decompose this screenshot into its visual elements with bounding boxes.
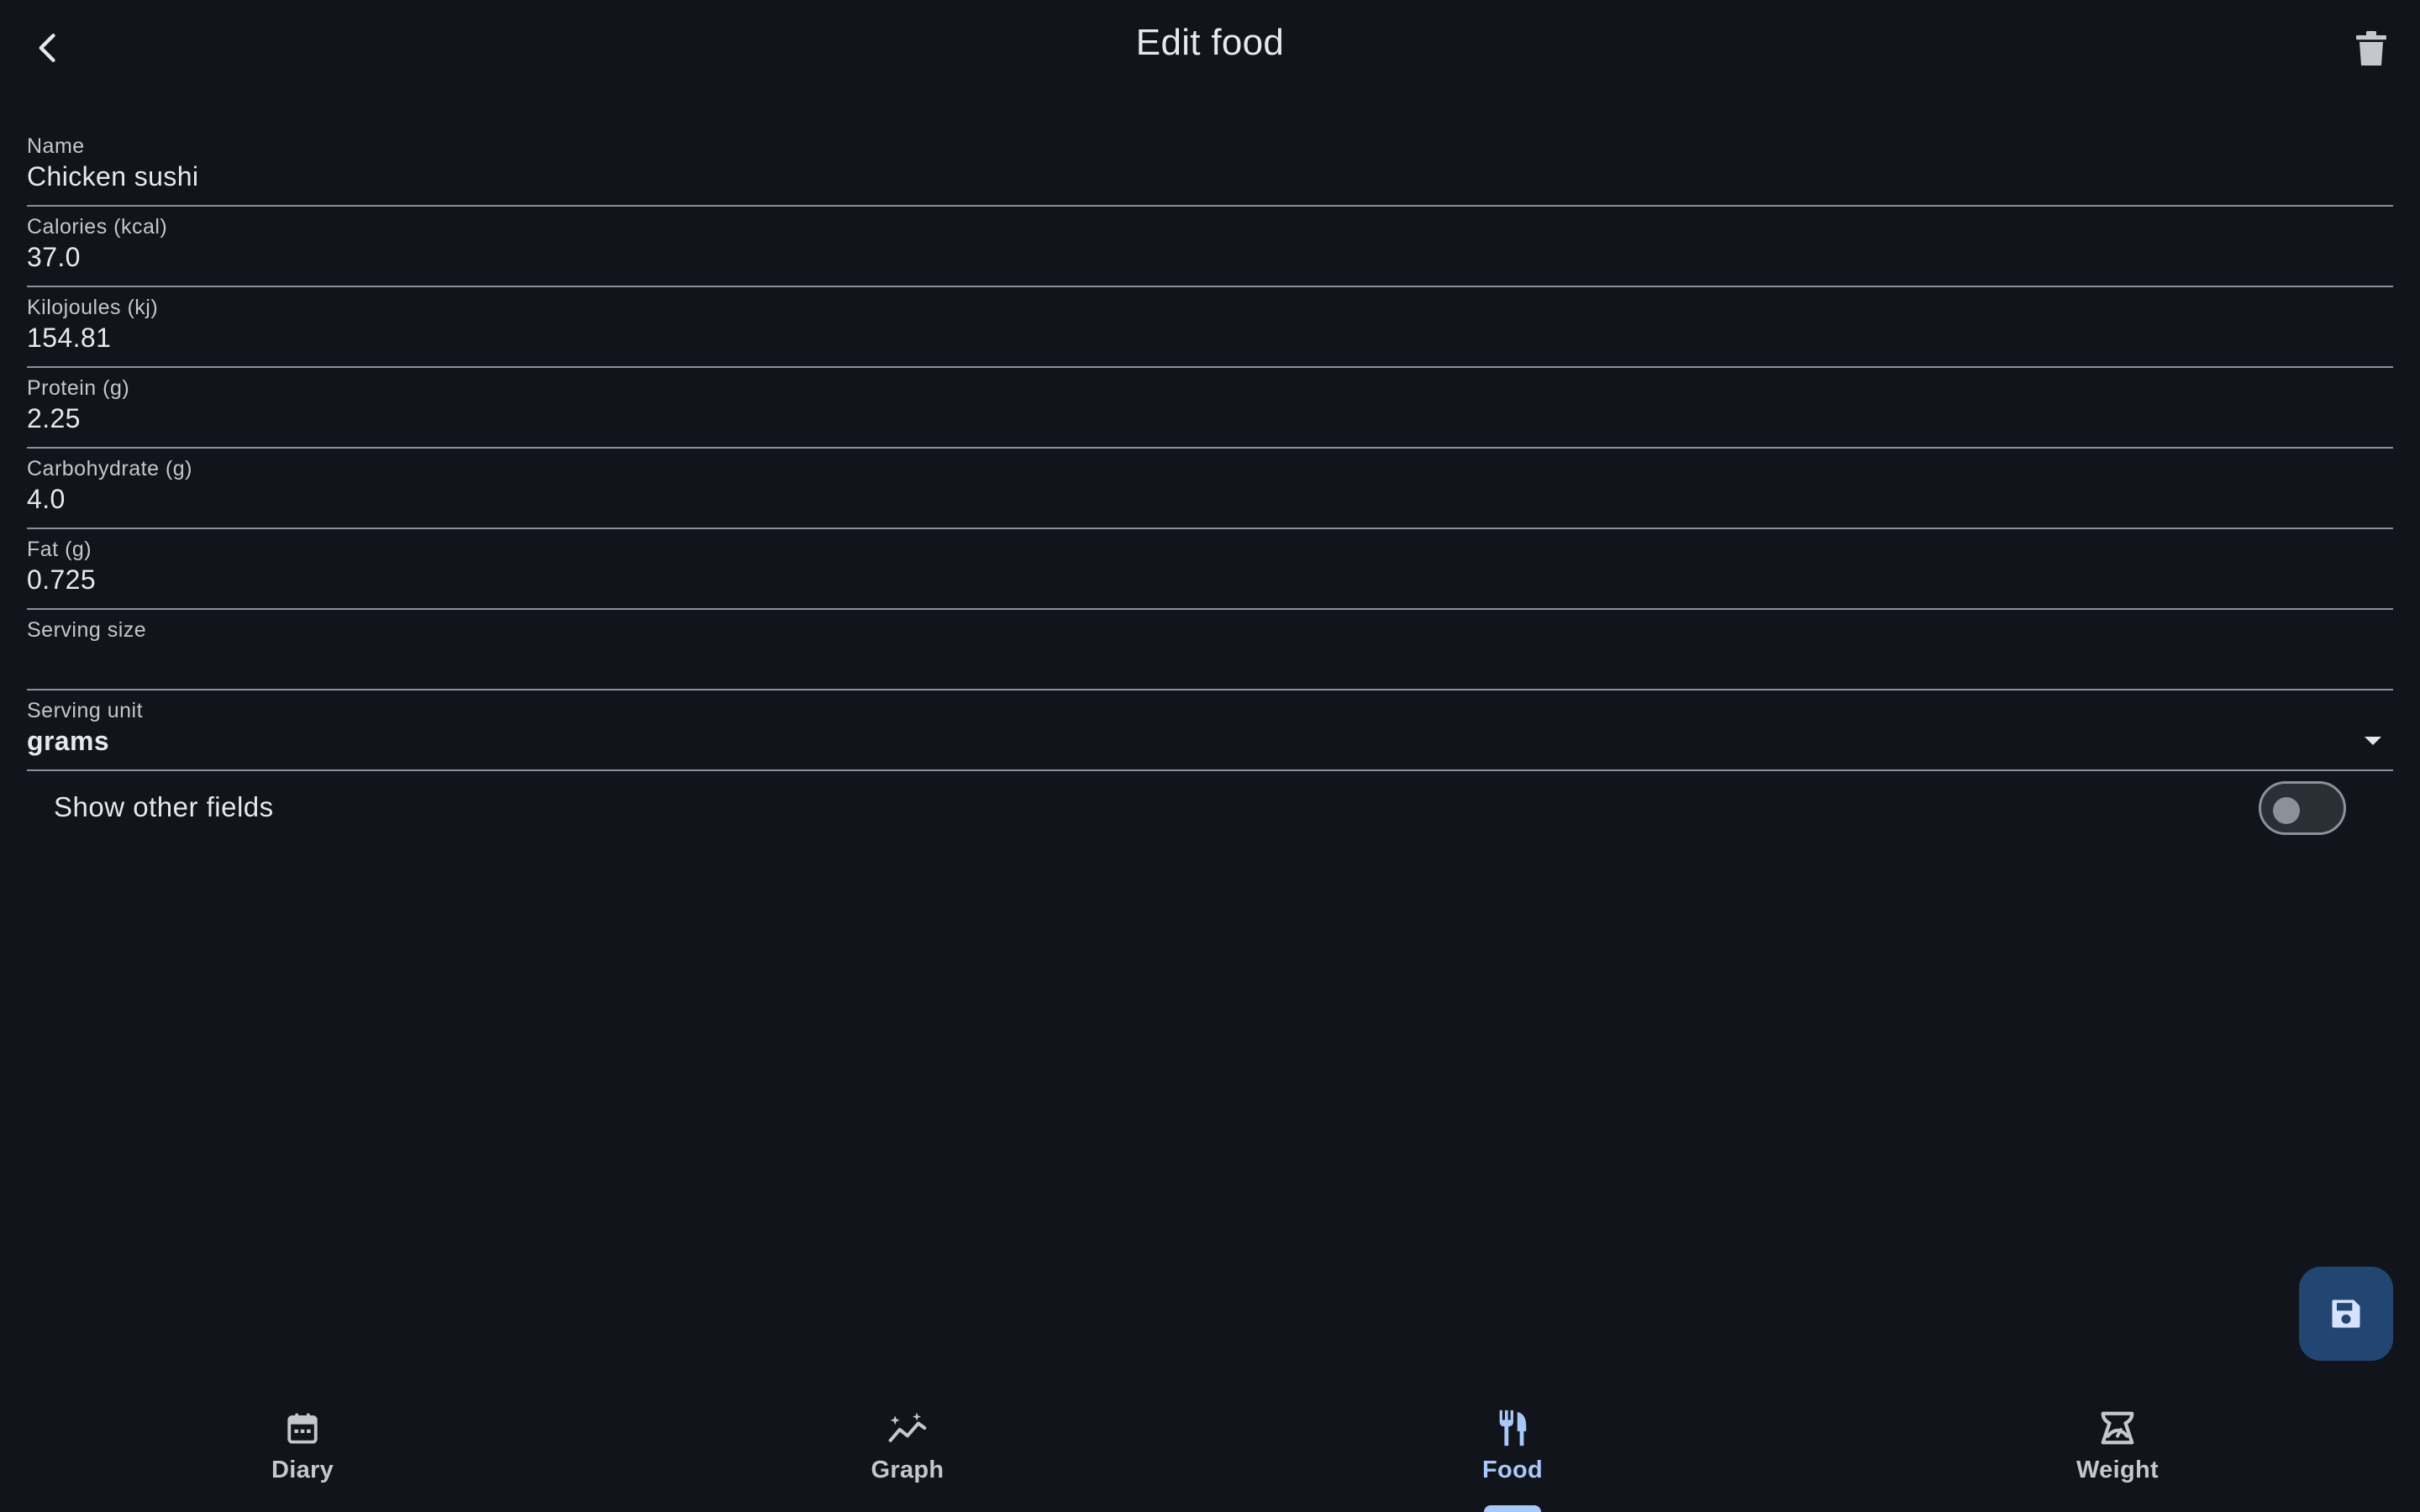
switch-knob (2273, 797, 2300, 824)
field-label: Carbohydrate (g) (27, 457, 192, 480)
nav-label: Food (1481, 1457, 1544, 1483)
nav-weight[interactable]: Weight (1815, 1386, 2420, 1512)
fat-field[interactable]: Fat (g) 0.725 (27, 529, 2393, 610)
nav-diary[interactable]: Diary (0, 1386, 605, 1512)
app: Edit food Name Chicken sushi Calories (k… (0, 0, 2420, 1512)
field-label: Name (27, 134, 85, 158)
dropdown-arrow-icon[interactable] (2363, 734, 2383, 748)
show-other-fields-switch[interactable] (2259, 781, 2346, 835)
show-other-fields-row[interactable]: Show other fields (54, 781, 2346, 835)
name-field[interactable]: Name Chicken sushi (27, 126, 2393, 207)
field-value[interactable]: 4.0 (27, 484, 66, 515)
delete-button[interactable] (2341, 18, 2402, 79)
nav-label: Weight (2076, 1457, 2159, 1483)
toggle-label: Show other fields (54, 791, 274, 822)
field-label: Calories (kcal) (27, 215, 168, 239)
field-value[interactable]: Chicken sushi (27, 161, 198, 192)
nav-food[interactable]: Food (1210, 1386, 1815, 1512)
food-form: Name Chicken sushi Calories (kcal) 37.0 … (27, 126, 2393, 771)
trash-icon (2356, 31, 2386, 66)
field-label: Protein (g) (27, 376, 130, 400)
protein-field[interactable]: Protein (g) 2.25 (27, 368, 2393, 449)
field-label: Fat (g) (27, 538, 92, 561)
field-label: Serving unit (27, 699, 144, 722)
field-value[interactable]: 37.0 (27, 242, 81, 273)
nav-label: Graph (871, 1457, 944, 1483)
calendar-icon (282, 1408, 323, 1448)
restaurant-icon (1492, 1408, 1533, 1448)
field-value[interactable]: 0.725 (27, 564, 96, 596)
serving-unit-dropdown[interactable]: Serving unit grams (27, 690, 2393, 771)
scale-icon (2097, 1408, 2138, 1448)
carbohydrate-field[interactable]: Carbohydrate (g) 4.0 (27, 449, 2393, 529)
calories-field[interactable]: Calories (kcal) 37.0 (27, 207, 2393, 287)
nav-label: Diary (271, 1457, 334, 1483)
field-label: Serving size (27, 618, 147, 642)
save-button[interactable] (2299, 1267, 2393, 1361)
page-title: Edit food (1135, 22, 1285, 63)
field-label: Kilojoules (kj) (27, 296, 159, 319)
kilojoules-field[interactable]: Kilojoules (kj) 154.81 (27, 287, 2393, 368)
field-value[interactable]: 154.81 (27, 323, 111, 354)
selected-unit[interactable]: grams (27, 726, 109, 757)
graph-sparkle-icon (887, 1408, 928, 1448)
active-indicator (1484, 1505, 1541, 1512)
bottom-navigation: Diary Graph Food Weight (0, 1386, 2420, 1512)
save-icon (2332, 1299, 2360, 1328)
nav-graph[interactable]: Graph (605, 1386, 1210, 1512)
field-value[interactable]: 2.25 (27, 403, 81, 434)
serving-size-field[interactable]: Serving size (27, 610, 2393, 690)
top-app-bar: Edit food (0, 0, 2420, 94)
